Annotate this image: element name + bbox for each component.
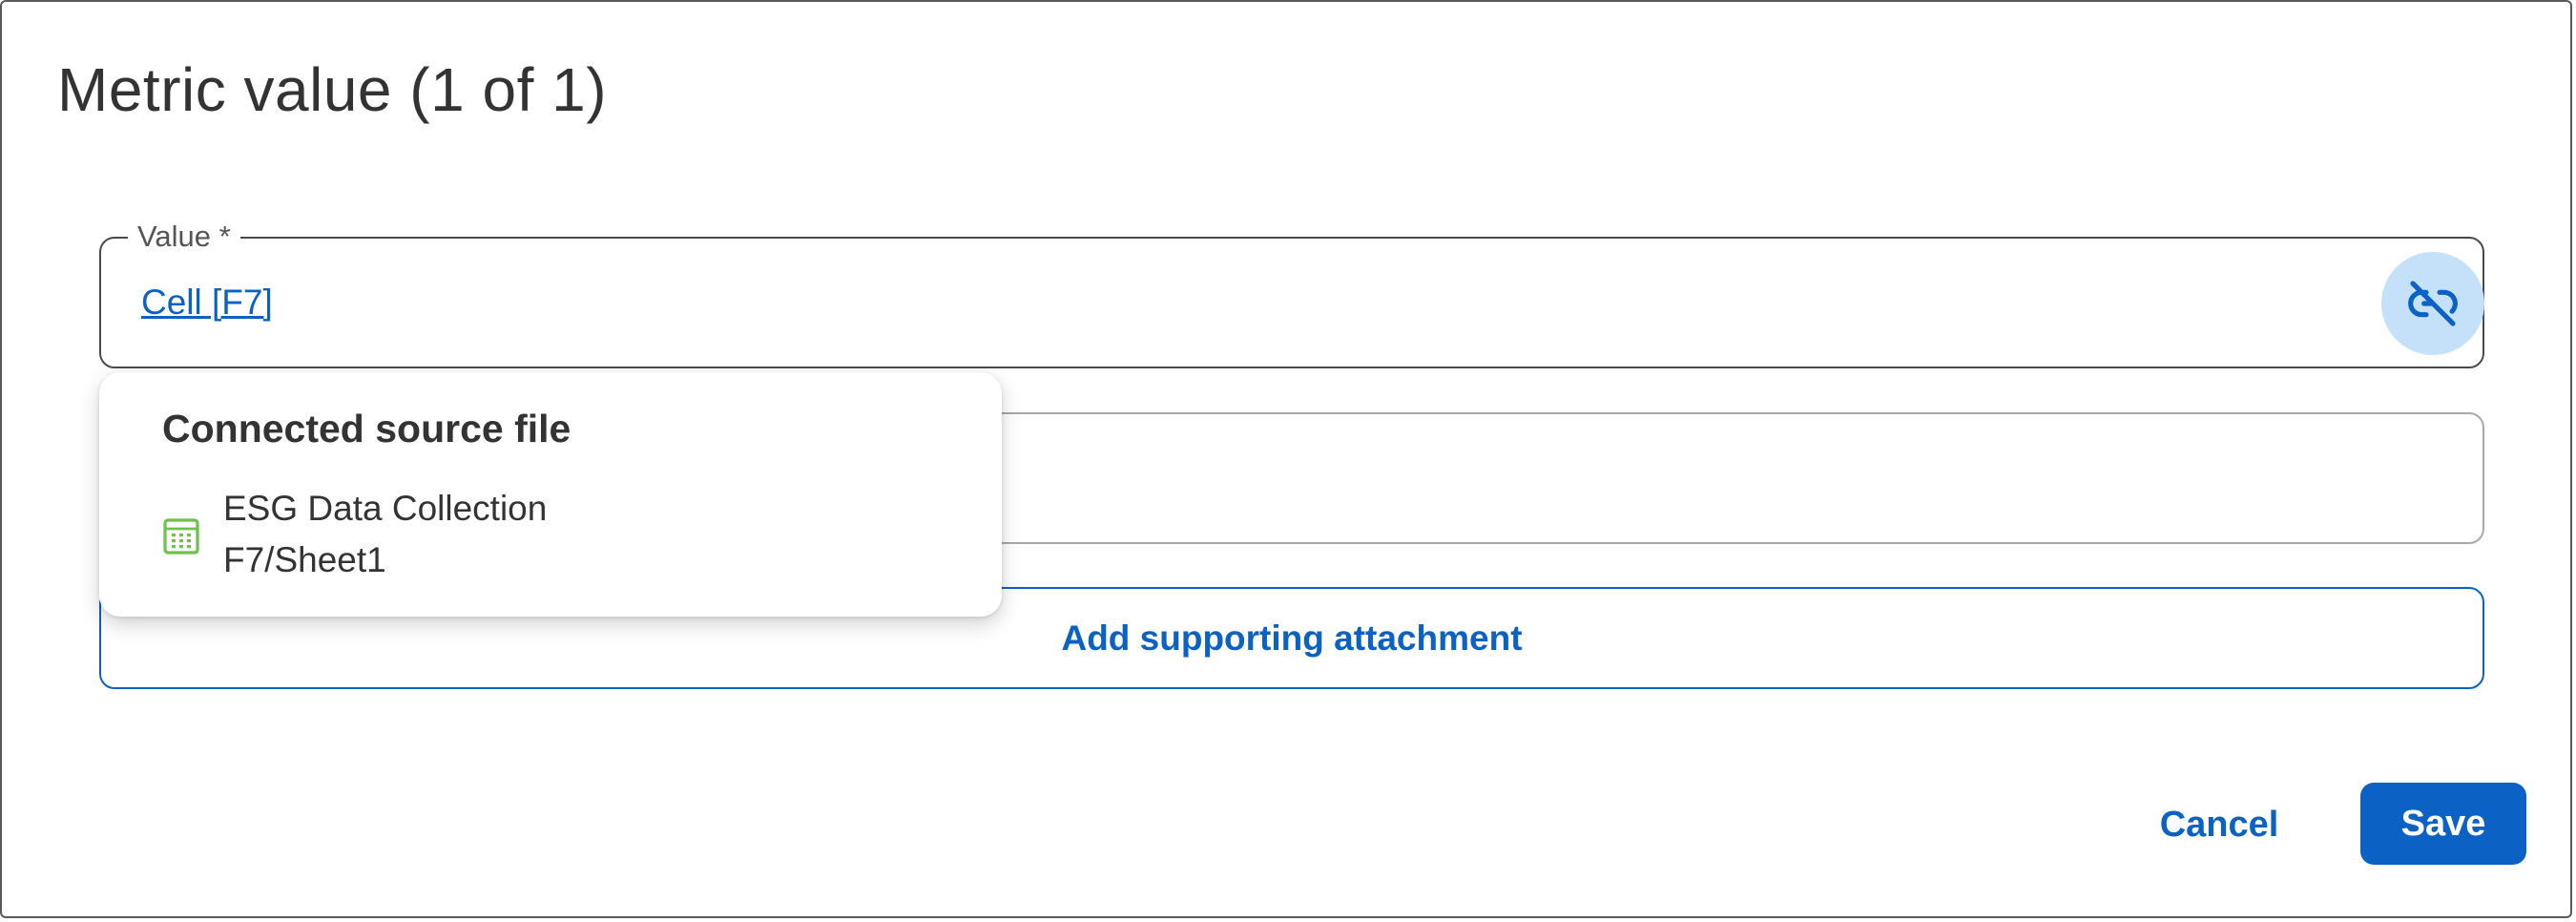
- dialog-title: Metric value (1 of 1): [57, 55, 608, 124]
- source-file-name[interactable]: ESG Data Collection: [223, 487, 547, 531]
- spreadsheet-icon: [163, 518, 199, 555]
- value-field[interactable]: Value * Cell [F7]: [99, 218, 2484, 368]
- value-field-label: Value *: [128, 218, 240, 256]
- connected-source-popover: Connected source file ESG Data Collectio…: [99, 372, 1002, 617]
- cancel-button[interactable]: Cancel: [2129, 785, 2309, 865]
- linked-cell-link[interactable]: Cell [F7]: [141, 281, 273, 325]
- save-button[interactable]: Save: [2360, 783, 2526, 865]
- link-off-icon: [2408, 281, 2458, 326]
- source-file-path: F7/Sheet1: [223, 540, 386, 579]
- metric-value-dialog: Metric value (1 of 1) Value * Cell [F7] …: [0, 0, 2572, 918]
- unlink-button[interactable]: [2381, 252, 2484, 355]
- popover-title: Connected source file: [162, 407, 571, 451]
